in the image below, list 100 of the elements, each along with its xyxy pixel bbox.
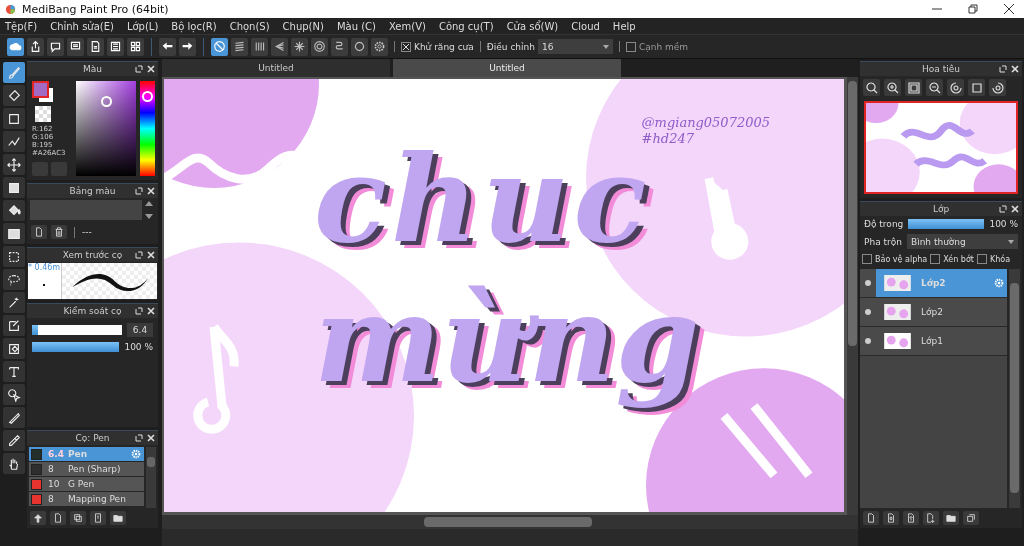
opacity-slider[interactable] (32, 342, 120, 352)
brush-size-value[interactable]: 6.4 (127, 323, 153, 337)
hand-tool[interactable] (2, 453, 25, 474)
undo-button[interactable] (159, 37, 176, 56)
menu-item[interactable]: Xem(V) (388, 20, 426, 32)
zoom-reset-button[interactable] (863, 79, 880, 96)
speech-bubble-button[interactable] (47, 37, 64, 56)
correction-dropdown[interactable]: 16 (538, 39, 613, 54)
undock-icon[interactable] (999, 205, 1007, 213)
add-layer-button[interactable] (923, 511, 939, 525)
up-arrow-icon[interactable] (145, 200, 153, 206)
cloud-download-button[interactable] (30, 511, 46, 525)
parallel-lines-snap-button[interactable] (231, 37, 248, 56)
radial-lines-snap-button[interactable] (291, 37, 308, 56)
eraser-tool[interactable] (2, 85, 25, 106)
pointer-select-tool[interactable] (2, 384, 25, 405)
gradient-tool[interactable] (2, 223, 25, 244)
settings-button[interactable] (371, 37, 388, 56)
new-layer-button[interactable] (863, 511, 879, 525)
undock-icon[interactable] (135, 187, 143, 195)
undock-icon[interactable] (135, 251, 143, 259)
down-arrow-icon[interactable] (145, 214, 153, 220)
color-swatches[interactable] (32, 81, 56, 103)
paint-bucket-tool[interactable] (2, 200, 25, 221)
selection-pen-tool[interactable] (2, 315, 25, 336)
brush-item[interactable]: 8 Mapping Pen (29, 492, 144, 506)
visibility-dot[interactable] (865, 309, 871, 315)
redo-button[interactable] (179, 37, 196, 56)
visibility-dot[interactable] (865, 338, 871, 344)
document-tab[interactable]: Untitled (162, 59, 390, 77)
vertical-scrollbar[interactable] (847, 77, 858, 515)
undock-icon[interactable] (135, 434, 143, 442)
knife-tool[interactable] (2, 407, 25, 428)
polyline-tool[interactable] (2, 131, 25, 152)
menu-item[interactable]: Lớp(L) (126, 20, 159, 32)
menu-item[interactable]: Help (612, 20, 636, 32)
script-button[interactable] (90, 511, 106, 525)
document-button[interactable] (87, 37, 104, 56)
fit-screen-button[interactable] (905, 79, 922, 96)
picker-handle[interactable] (101, 96, 112, 107)
folder-button[interactable] (110, 511, 126, 525)
menu-item[interactable]: Bộ lọc(R) (171, 20, 217, 32)
undock-icon[interactable] (999, 65, 1007, 73)
filled-square-tool[interactable] (2, 177, 25, 198)
scrollbar[interactable] (1009, 269, 1020, 508)
share-button[interactable] (27, 37, 44, 56)
move-arrows-tool[interactable] (2, 154, 25, 175)
lasso-tool[interactable] (2, 269, 25, 290)
concentric-circles-snap-button[interactable] (311, 37, 328, 56)
layer-item[interactable]: Lớp1 (860, 327, 1007, 356)
menu-item[interactable]: Cloud (571, 20, 600, 32)
layer-opacity-slider[interactable] (908, 219, 985, 229)
menu-item[interactable]: Công cụ(T) (438, 20, 494, 32)
zoom-in-button[interactable] (884, 79, 901, 96)
circle-snap-button[interactable] (351, 37, 368, 56)
menu-item[interactable]: Chụp(N) (282, 20, 324, 32)
menu-item[interactable]: Màu (C) (336, 20, 376, 32)
list-button[interactable] (107, 37, 124, 56)
menu-item[interactable]: Cửa sổ(W) (506, 20, 559, 32)
brush-size-slider[interactable] (32, 325, 122, 335)
rotate-left-button[interactable] (947, 79, 964, 96)
color-picker[interactable] (76, 81, 136, 176)
eyedropper-tool[interactable] (2, 430, 25, 451)
layer-item[interactable]: Lớp2 (860, 298, 1007, 327)
new-palette-button[interactable] (31, 225, 47, 239)
zoom-out-button[interactable] (926, 79, 943, 96)
restore-icon[interactable] (968, 4, 978, 14)
checkbox[interactable] (976, 254, 987, 264)
text-tool[interactable] (2, 361, 25, 382)
undock-icon[interactable] (135, 307, 143, 315)
checkbox[interactable] (930, 254, 941, 264)
document-tab[interactable]: Untitled (393, 59, 621, 77)
dotted-square-tool[interactable] (2, 246, 25, 267)
copy-brush-button[interactable] (70, 511, 86, 525)
no-entry-snap-button[interactable] (211, 37, 228, 56)
horizontal-scrollbar[interactable] (162, 515, 858, 529)
curve-snap-button[interactable] (331, 37, 348, 56)
visibility-dot[interactable] (865, 280, 871, 286)
grid-button[interactable] (127, 37, 144, 56)
grid-lines-snap-button[interactable] (251, 37, 268, 56)
checkbox[interactable] (626, 41, 636, 52)
selection-eraser-tool[interactable] (2, 338, 25, 359)
menu-item[interactable]: Chỉnh sửa(E) (50, 20, 114, 32)
checkbox[interactable] (401, 41, 411, 52)
magic-wand-tool[interactable] (2, 292, 25, 313)
close-icon[interactable] (1004, 4, 1014, 14)
new-brush-button[interactable] (50, 511, 66, 525)
blend-mode-dropdown[interactable]: Bình thường (906, 234, 1018, 249)
gear-icon[interactable] (131, 449, 141, 459)
delete-button[interactable] (51, 225, 67, 239)
cloud-button[interactable] (7, 37, 24, 56)
brush-item[interactable]: 8 Pen (Sharp) (29, 462, 144, 476)
menu-item[interactable]: Chọn(S) (229, 20, 270, 32)
scrollbar[interactable] (146, 447, 156, 508)
menu-item[interactable]: Tệp(F) (5, 20, 38, 32)
rotate-right-button[interactable] (989, 79, 1006, 96)
gear-icon[interactable] (994, 278, 1004, 288)
message-button[interactable] (67, 37, 84, 56)
checkbox[interactable] (862, 254, 872, 264)
brush-item[interactable]: 10 G Pen (29, 477, 144, 491)
